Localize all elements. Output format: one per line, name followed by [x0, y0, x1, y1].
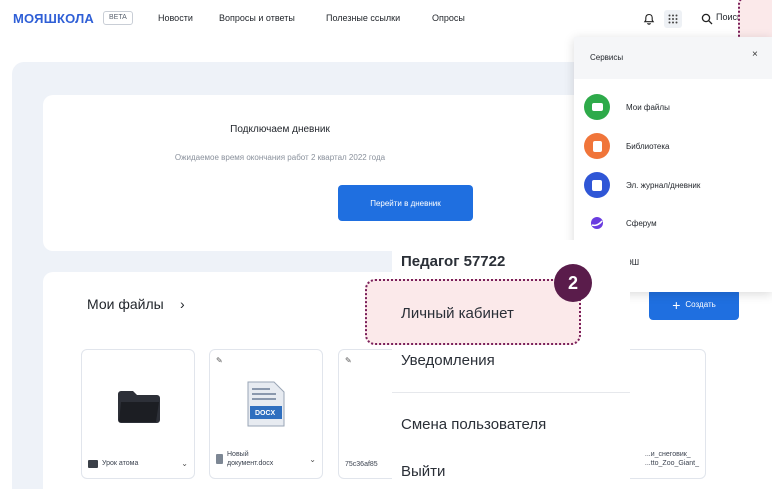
create-button[interactable]: + Создать [649, 289, 739, 320]
menu-divider [392, 392, 630, 393]
journal-icon [584, 172, 610, 198]
go-to-diary-button[interactable]: Перейти в дневник [338, 185, 473, 221]
diary-title: Подключаем дневник [230, 124, 330, 135]
service-label: Эл. журнал/дневник [626, 180, 701, 190]
logo[interactable]: МОЯШКОЛА [13, 11, 94, 26]
nav-news[interactable]: Новости [158, 13, 193, 23]
file-name: Урок атома [102, 460, 139, 467]
diary-card [43, 95, 603, 251]
menu-notifications[interactable]: Уведомления [401, 352, 495, 369]
file-name-line: Новый [227, 451, 249, 458]
docx-badge: DOCX [255, 410, 276, 417]
nav-links[interactable]: Полезные ссылки [326, 13, 400, 23]
file-name-line: ...tto_Zoo_Giant_ [644, 460, 699, 467]
pencil-icon: ✎ [345, 356, 352, 365]
book-icon [584, 133, 610, 159]
service-label: Сферум [626, 218, 657, 228]
beta-badge: BETA [103, 11, 133, 25]
file-tile[interactable]: ✎ DOCX Новый документ.docx ⌄ [209, 349, 323, 479]
step-badge: 2 [554, 264, 592, 302]
file-name: 75c36af85 [345, 461, 378, 468]
docx-icon [247, 381, 285, 427]
bell-icon[interactable] [640, 10, 658, 28]
service-my-files[interactable]: Мои файлы [584, 94, 769, 120]
folder-icon [118, 391, 160, 423]
file-tile[interactable]: Урок атома ⌄ [81, 349, 195, 479]
chevron-down-icon[interactable]: ⌄ [181, 459, 188, 468]
file-name-line: документ.docx [227, 460, 274, 467]
diary-subtitle: Ожидаемое время окончания работ 2 кварта… [174, 153, 386, 162]
services-title: Сервисы [590, 53, 624, 62]
user-name: Педагог 57722 [401, 253, 506, 270]
file-name: ...и_снеговик_ ...tto_Zoo_Giant_ [645, 450, 699, 468]
folder-icon [88, 459, 98, 468]
create-label: Создать [685, 300, 716, 309]
service-journal[interactable]: Эл. журнал/дневник [584, 172, 769, 198]
document-icon [216, 454, 223, 464]
search-icon[interactable] [698, 10, 716, 28]
pencil-icon: ✎ [216, 356, 223, 365]
service-sferum[interactable]: Сферум [584, 210, 769, 236]
files-title[interactable]: Мои файлы [87, 296, 164, 312]
service-library[interactable]: Библиотека [584, 133, 769, 159]
apps-grid-icon[interactable] [664, 10, 682, 28]
service-label: Библиотека [626, 141, 670, 151]
folder-icon [584, 94, 610, 120]
menu-personal-account[interactable]: Личный кабинет [401, 305, 514, 322]
nav-faq[interactable]: Вопросы и ответы [219, 13, 295, 23]
file-name-line: ...и_снеговик_ [644, 451, 691, 458]
top-bar: МОЯШКОЛА BETA Новости Вопросы и ответы П… [0, 0, 772, 38]
menu-logout[interactable]: Выйти [401, 463, 445, 480]
close-icon[interactable]: × [752, 49, 758, 60]
plus-icon: + [672, 296, 681, 313]
chevron-down-icon[interactable]: ⌄ [309, 455, 316, 464]
chevron-right-icon[interactable]: › [180, 296, 185, 312]
nav-polls[interactable]: Опросы [432, 13, 465, 23]
file-name: Новый документ.docx [227, 450, 273, 468]
menu-switch-user[interactable]: Смена пользователя [401, 416, 546, 433]
service-label: Мои файлы [626, 102, 670, 112]
sferum-icon [584, 210, 610, 236]
